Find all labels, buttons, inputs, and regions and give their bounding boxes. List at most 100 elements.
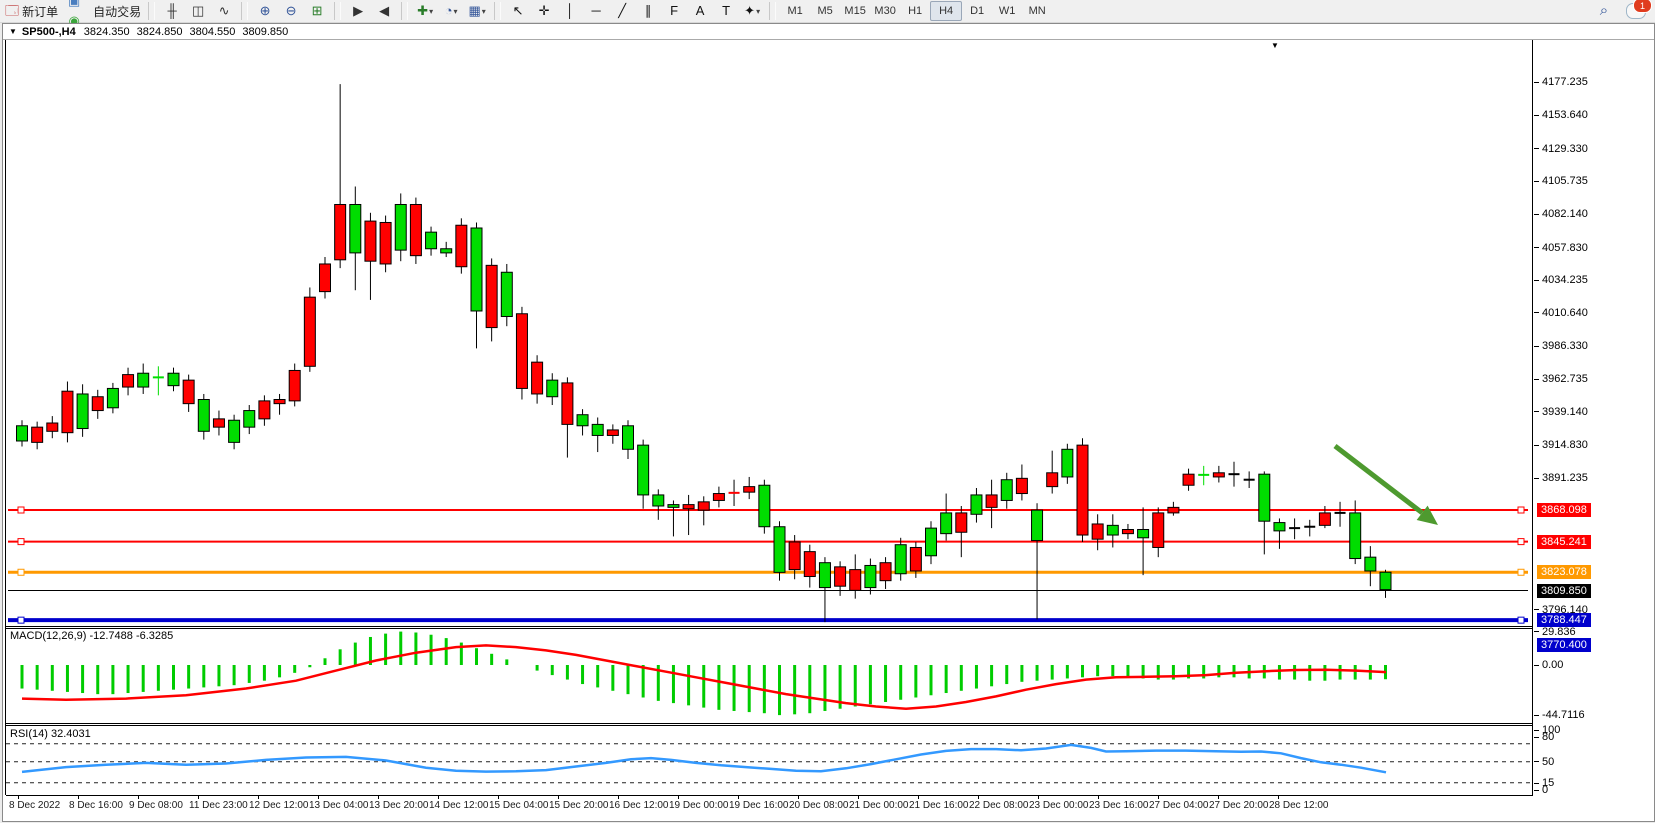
pivot-line-handle[interactable] xyxy=(18,569,24,575)
candle[interactable] xyxy=(62,382,73,443)
crosshair-button[interactable]: ✛ xyxy=(531,1,557,21)
candle-body[interactable] xyxy=(138,373,149,387)
candle[interactable] xyxy=(850,554,861,598)
timeframe-button-m1[interactable]: M1 xyxy=(780,2,810,20)
candle-body[interactable] xyxy=(1319,513,1330,525)
candle-body[interactable] xyxy=(668,505,679,508)
candle-body[interactable] xyxy=(1016,478,1027,493)
candle[interactable] xyxy=(47,416,58,438)
resistance-line-2-handle[interactable] xyxy=(18,539,24,545)
candle-body[interactable] xyxy=(92,397,103,411)
candle[interactable] xyxy=(138,364,149,394)
candle[interactable] xyxy=(607,424,618,443)
timeframe-button-m15[interactable]: M15 xyxy=(840,2,870,20)
candle[interactable] xyxy=(426,227,437,256)
candle[interactable] xyxy=(1365,546,1376,586)
vline-button[interactable]: │ xyxy=(557,1,583,21)
candle-body[interactable] xyxy=(1062,449,1073,477)
candle[interactable] xyxy=(1289,518,1300,539)
candle-body[interactable] xyxy=(1380,572,1391,589)
candle-body[interactable] xyxy=(456,225,467,266)
candle-body[interactable] xyxy=(941,513,952,534)
indicators-button[interactable]: ✚▾ xyxy=(412,1,438,21)
candle-body[interactable] xyxy=(789,542,800,570)
candle-body[interactable] xyxy=(213,419,224,427)
candle-body[interactable] xyxy=(1259,474,1270,521)
candle-body[interactable] xyxy=(516,314,527,389)
candle[interactable] xyxy=(213,411,224,436)
candle[interactable] xyxy=(77,384,88,437)
candle[interactable] xyxy=(744,477,755,499)
zoom-out-button[interactable]: ⊖ xyxy=(278,1,304,21)
candle-body[interactable] xyxy=(532,362,543,394)
candle-body[interactable] xyxy=(1183,474,1194,485)
candle-body[interactable] xyxy=(486,265,497,327)
support-line-1-handle[interactable] xyxy=(18,617,24,623)
candle[interactable] xyxy=(1062,444,1073,484)
candle-body[interactable] xyxy=(1213,473,1224,477)
candle-body[interactable] xyxy=(426,232,437,249)
candle-body[interactable] xyxy=(547,380,558,397)
candle[interactable] xyxy=(562,377,573,457)
candle[interactable] xyxy=(577,409,588,435)
candle-body[interactable] xyxy=(1107,525,1118,535)
timeframe-button-h1[interactable]: H1 xyxy=(900,2,930,20)
candle[interactable] xyxy=(865,559,876,595)
candle[interactable] xyxy=(168,368,179,392)
chat-button[interactable]: 1 xyxy=(1623,1,1649,21)
candle[interactable] xyxy=(819,557,830,622)
candle-body[interactable] xyxy=(350,204,361,252)
search-button[interactable]: ⌕ xyxy=(1591,1,1617,21)
candle-body[interactable] xyxy=(1001,480,1012,501)
candle[interactable] xyxy=(1244,471,1255,488)
candle[interactable] xyxy=(1304,520,1315,537)
autoscroll-button[interactable]: ▶ xyxy=(345,1,371,21)
candle-body[interactable] xyxy=(713,494,724,501)
candle[interactable] xyxy=(123,368,134,396)
candle[interactable] xyxy=(774,521,785,580)
chevron-down-icon[interactable]: ▾ xyxy=(482,7,486,16)
candle[interactable] xyxy=(289,364,300,407)
candle[interactable] xyxy=(244,405,255,434)
candle-body[interactable] xyxy=(168,373,179,385)
resistance-line-2-handle[interactable] xyxy=(1518,539,1524,545)
candle-body[interactable] xyxy=(926,528,937,556)
candle-body[interactable] xyxy=(1168,507,1179,513)
timeframe-button-m5[interactable]: M5 xyxy=(810,2,840,20)
chevron-down-icon[interactable]: ▼ xyxy=(9,27,17,36)
candle[interactable] xyxy=(350,187,361,291)
candle[interactable] xyxy=(32,422,43,450)
candle-body[interactable] xyxy=(1350,513,1361,559)
pivot-line-handle[interactable] xyxy=(1518,569,1524,575)
candle[interactable] xyxy=(320,257,331,298)
candle-body[interactable] xyxy=(850,570,861,591)
candle[interactable] xyxy=(1229,462,1240,487)
candle[interactable] xyxy=(456,218,467,273)
candle-body[interactable] xyxy=(395,204,406,250)
rsi-line[interactable] xyxy=(22,745,1386,772)
candle[interactable] xyxy=(1380,570,1391,598)
resistance-line-1-handle[interactable] xyxy=(1518,507,1524,513)
new-order-button[interactable]: 🗔 新订单 xyxy=(2,1,61,21)
candle-body[interactable] xyxy=(592,424,603,435)
candle-body[interactable] xyxy=(759,485,770,526)
candle[interactable] xyxy=(304,287,315,371)
label-button[interactable]: T xyxy=(713,1,739,21)
candle-body[interactable] xyxy=(880,563,891,581)
zoom-in-button[interactable]: ⊕ xyxy=(252,1,278,21)
candle-body[interactable] xyxy=(410,204,421,255)
candle-body[interactable] xyxy=(183,380,194,404)
chart-titlebar[interactable]: ▼ SP500-,H4 3824.350 3824.850 3804.550 3… xyxy=(3,24,1654,40)
channel-button[interactable]: ∥ xyxy=(635,1,661,21)
candle-body[interactable] xyxy=(471,228,482,311)
candle[interactable] xyxy=(986,480,997,528)
candle-body[interactable] xyxy=(77,394,88,429)
candle[interactable] xyxy=(183,375,194,412)
fibonacci-button[interactable]: F xyxy=(661,1,687,21)
candle[interactable] xyxy=(623,420,634,459)
candle-body[interactable] xyxy=(577,415,588,426)
candle[interactable] xyxy=(229,415,240,450)
arrows-button[interactable]: ✦▾ xyxy=(739,1,765,21)
templates-button[interactable]: ▦▾ xyxy=(464,1,490,21)
bar-chart-button[interactable]: ╫ xyxy=(159,1,185,21)
